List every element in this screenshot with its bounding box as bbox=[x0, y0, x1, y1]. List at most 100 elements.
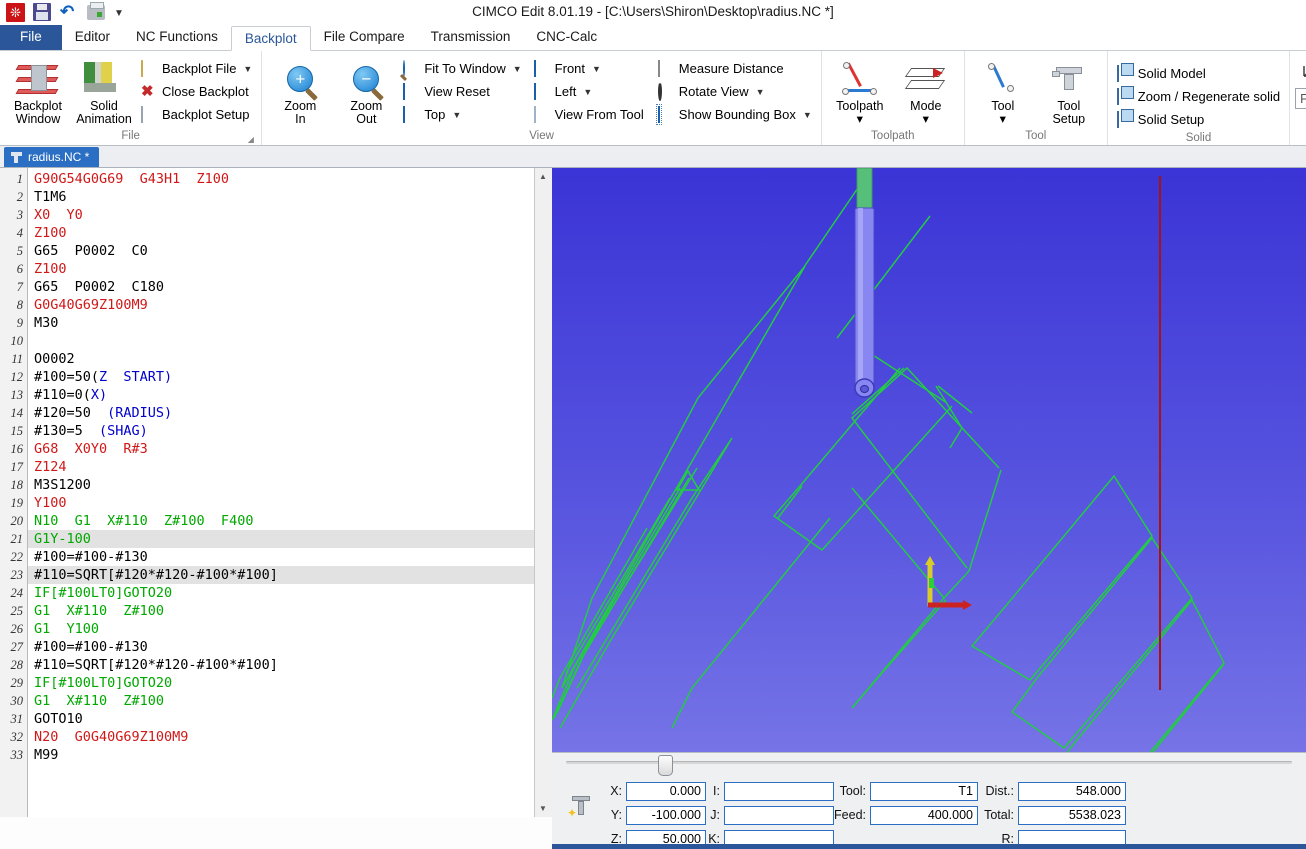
code-line[interactable]: Y100 bbox=[28, 494, 534, 512]
chevron-down-icon[interactable]: ▼ bbox=[243, 64, 252, 74]
code-line[interactable]: #110=SQRT[#120*#120-#100*#100] bbox=[28, 656, 534, 674]
fit-to-window-button[interactable]: Fit To Window ▼ bbox=[399, 57, 525, 80]
field-y[interactable]: -100.000 bbox=[626, 805, 706, 825]
group-label-file: File bbox=[121, 130, 140, 142]
solid-setup-button[interactable]: Solid Setup bbox=[1113, 108, 1284, 131]
tab-file[interactable]: File bbox=[0, 25, 62, 50]
solid-model-button[interactable]: Solid Model bbox=[1113, 62, 1284, 85]
field-dist[interactable]: 548.000 bbox=[1018, 781, 1126, 801]
code-line[interactable]: Z100 bbox=[28, 224, 534, 242]
nc-code-editor[interactable]: 1 2 3 4 5 6 7 8 9 10 11 12 13 14 15 16 17 18 19 20 21 22 23 24 2… bbox=[0, 168, 552, 817]
tab-transmission[interactable]: Transmission bbox=[418, 25, 524, 50]
scrollbar-track[interactable] bbox=[534, 185, 552, 800]
zoom-in-button[interactable]: + Zoom In bbox=[267, 56, 333, 128]
code-line[interactable]: #110=SQRT[#120*#120-#100*#100] bbox=[28, 566, 534, 584]
code-line[interactable]: G1 X#110 Z#100 bbox=[28, 692, 534, 710]
view-reset-button[interactable]: View Reset bbox=[399, 80, 525, 103]
left-view-button[interactable]: Left ▼ bbox=[530, 80, 648, 103]
editor-vertical-scrollbar[interactable]: ▲ ▼ bbox=[534, 168, 552, 817]
field-i[interactable] bbox=[724, 781, 834, 801]
code-line[interactable]: GOTO10 bbox=[28, 710, 534, 728]
solid-animation-button[interactable]: Solid Animation bbox=[71, 56, 137, 128]
field-tool[interactable]: T1 bbox=[870, 781, 978, 801]
code-text-area[interactable]: G90G54G0G69 G43H1 Z100 T1M6 X0 Y0 Z100 G65 P… bbox=[28, 168, 534, 817]
code-line[interactable]: M30 bbox=[28, 314, 534, 332]
code-line[interactable]: #110=0(X) bbox=[28, 386, 534, 404]
code-line[interactable]: G0G40G69Z100M9 bbox=[28, 296, 534, 314]
code-line[interactable]: G65 P0002 C180 bbox=[28, 278, 534, 296]
code-line[interactable]: T1M6 bbox=[28, 188, 534, 206]
top-view-button[interactable]: Top ▼ bbox=[399, 103, 525, 126]
close-backplot-button[interactable]: ✖ Close Backplot bbox=[137, 80, 256, 103]
code-line[interactable]: #100=50(Z START) bbox=[28, 368, 534, 386]
slider-track[interactable] bbox=[566, 761, 1292, 764]
code-line[interactable]: M99 bbox=[28, 746, 534, 764]
zoom-out-button[interactable]: − Zoom Out bbox=[333, 56, 399, 128]
tab-file-compare[interactable]: File Compare bbox=[311, 25, 418, 50]
chevron-down-icon[interactable]: ▼ bbox=[803, 110, 812, 120]
document-tab-radius-nc[interactable]: radius.NC * bbox=[4, 147, 100, 167]
tab-cnc-calc[interactable]: CNC-Calc bbox=[523, 25, 610, 50]
view-from-tool-button[interactable]: View From Tool bbox=[530, 103, 648, 126]
chevron-down-icon[interactable]: ▼ bbox=[756, 87, 765, 97]
code-line[interactable]: #130=5 (SHAG) bbox=[28, 422, 534, 440]
field-j[interactable] bbox=[724, 805, 834, 825]
code-line[interactable]: Z124 bbox=[28, 458, 534, 476]
toolpath-button[interactable]: Toolpath ▾ bbox=[827, 56, 893, 128]
code-line[interactable]: X0 Y0 bbox=[28, 206, 534, 224]
scroll-down-icon[interactable]: ▼ bbox=[534, 800, 552, 817]
tool-dropdown-caret[interactable]: ▾ bbox=[1000, 113, 1006, 126]
show-bounding-box-button[interactable]: Show Bounding Box ▼ bbox=[654, 103, 816, 126]
machine-select[interactable]: Fanuc Milling ▼ bbox=[1295, 88, 1306, 109]
code-line[interactable]: G68 X0Y0 R#3 bbox=[28, 440, 534, 458]
line-number: 28 bbox=[10, 658, 24, 672]
backplot-window-button[interactable]: Backplot Window bbox=[5, 56, 71, 128]
file-dialog-launcher-icon[interactable]: ◢ bbox=[246, 133, 255, 144]
chevron-down-icon[interactable]: ▼ bbox=[592, 64, 601, 74]
tool-setup-button[interactable]: Tool Setup bbox=[1036, 56, 1102, 128]
slider-thumb[interactable] bbox=[658, 755, 673, 776]
front-view-button[interactable]: Front ▼ bbox=[530, 57, 648, 80]
code-line[interactable]: Z100 bbox=[28, 260, 534, 278]
field-feed[interactable]: 400.000 bbox=[870, 805, 978, 825]
backplot-setup-button[interactable]: Backplot Setup bbox=[137, 103, 256, 126]
code-span: #110=0( bbox=[34, 387, 91, 403]
field-total[interactable]: 5538.023 bbox=[1018, 805, 1126, 825]
code-line[interactable]: IF[#100LT0]GOTO20 bbox=[28, 674, 534, 692]
scroll-up-icon[interactable]: ▲ bbox=[534, 168, 552, 185]
axis-icon[interactable] bbox=[1297, 60, 1306, 82]
code-line[interactable]: #120=50 (RADIUS) bbox=[28, 404, 534, 422]
code-line[interactable]: G90G54G0G69 G43H1 Z100 bbox=[28, 170, 534, 188]
code-line[interactable]: G1Y-100 bbox=[28, 530, 534, 548]
field-grid: X: 0.000 Y: -100.000 Z: 50.000 I: J: K: Tool: T1 Fe… bbox=[600, 780, 1126, 849]
code-line[interactable]: N20 G0G40G69Z100M9 bbox=[28, 728, 534, 746]
tool-button[interactable]: Tool ▾ bbox=[970, 56, 1036, 128]
toolpath-dropdown-caret[interactable]: ▾ bbox=[857, 113, 863, 126]
code-line[interactable]: G65 P0002 C0 bbox=[28, 242, 534, 260]
code-line[interactable]: G1 X#110 Z#100 bbox=[28, 602, 534, 620]
zoom-out-icon: − bbox=[353, 58, 385, 101]
field-x[interactable]: 0.000 bbox=[626, 781, 706, 801]
backplot-file-button[interactable]: Backplot File ▼ bbox=[137, 57, 256, 80]
chevron-down-icon[interactable]: ▼ bbox=[513, 64, 522, 74]
code-line[interactable]: #100=#100-#130 bbox=[28, 638, 534, 656]
code-line[interactable]: N10 G1 X#110 Z#100 F400 bbox=[28, 512, 534, 530]
code-line[interactable]: IF[#100LT0]GOTO20 bbox=[28, 584, 534, 602]
playback-slider[interactable] bbox=[552, 753, 1306, 777]
measure-distance-button[interactable]: Measure Distance bbox=[654, 57, 816, 80]
mode-button[interactable]: Mode ▾ bbox=[893, 56, 959, 128]
code-line[interactable]: #100=#100-#130 bbox=[28, 548, 534, 566]
backplot-viewport[interactable] bbox=[552, 168, 1306, 817]
tab-backplot[interactable]: Backplot bbox=[230, 26, 311, 51]
zoom-regenerate-solid-button[interactable]: Zoom / Regenerate solid bbox=[1113, 85, 1284, 108]
code-line[interactable] bbox=[28, 332, 534, 350]
code-line[interactable]: O0002 bbox=[28, 350, 534, 368]
code-line[interactable]: G1 Y100 bbox=[28, 620, 534, 638]
code-line[interactable]: M3S1200 bbox=[28, 476, 534, 494]
rotate-view-button[interactable]: Rotate View ▼ bbox=[654, 80, 816, 103]
chevron-down-icon[interactable]: ▼ bbox=[452, 110, 461, 120]
mode-dropdown-caret[interactable]: ▾ bbox=[923, 113, 929, 126]
tab-editor[interactable]: Editor bbox=[62, 25, 123, 50]
tab-nc-functions[interactable]: NC Functions bbox=[123, 25, 231, 50]
chevron-down-icon[interactable]: ▼ bbox=[583, 87, 592, 97]
